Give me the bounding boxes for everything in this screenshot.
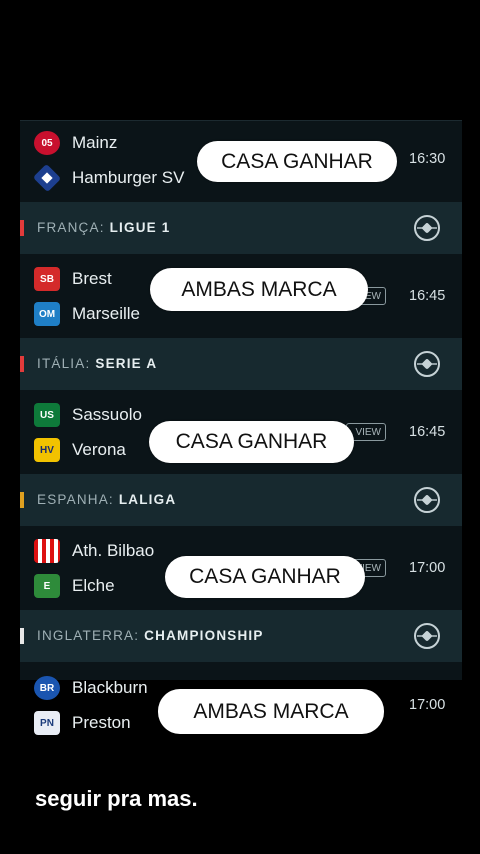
france-flag-icon	[20, 220, 24, 236]
bilbao-crest-icon	[34, 539, 60, 563]
team-name: Sassuolo	[72, 405, 142, 424]
mainz-crest-icon: 05	[34, 131, 60, 155]
match-time: 17:00	[409, 697, 446, 713]
match-time: 16:30	[409, 151, 446, 167]
match-time: 16:45	[409, 288, 446, 304]
team-name: Mainz	[72, 133, 118, 152]
brest-crest-icon: SB	[34, 267, 60, 291]
team-name: Elche	[72, 576, 115, 595]
football-icon[interactable]	[414, 623, 440, 649]
england-flag-icon	[20, 628, 24, 644]
league-header-spain[interactable]: ESPANHA: LALIGA	[20, 474, 462, 526]
italy-flag-icon	[20, 356, 24, 372]
team-name: Preston	[72, 713, 131, 732]
tip-pill: CASA GANHAR	[197, 141, 397, 182]
tip-pill: CASA GANHAR	[149, 421, 354, 463]
league-name: ITÁLIA: SERIE A	[37, 356, 158, 371]
team-name: Hamburger SV	[72, 168, 185, 187]
marseille-crest-icon: OM	[34, 302, 60, 326]
league-header-italy[interactable]: ITÁLIA: SERIE A	[20, 338, 462, 390]
team-name: Marseille	[72, 304, 141, 323]
league-header-france[interactable]: FRANÇA: LIGUE 1	[20, 202, 462, 254]
football-icon[interactable]	[414, 487, 440, 513]
football-icon[interactable]	[414, 215, 440, 241]
sassuolo-crest-icon: US	[34, 403, 60, 427]
team-name: Ath. Bilbao	[72, 541, 155, 560]
team-name: Blackburn	[72, 678, 148, 697]
team-name: Verona	[72, 440, 126, 459]
league-name: FRANÇA: LIGUE 1	[37, 220, 171, 235]
spain-flag-icon	[20, 492, 24, 508]
tip-pill: AMBAS MARCA	[158, 689, 384, 734]
football-icon[interactable]	[414, 351, 440, 377]
team-name: Brest	[72, 269, 112, 288]
elche-crest-icon: E	[34, 574, 60, 598]
verona-crest-icon: HV	[34, 438, 60, 462]
divider	[20, 120, 462, 121]
tip-pill: CASA GANHAR	[165, 556, 365, 598]
footer-caption: seguir pra mas.	[35, 786, 198, 811]
match-time: 16:45	[409, 424, 446, 440]
match-time: 17:00	[409, 560, 446, 576]
league-name: ESPANHA: LALIGA	[37, 492, 177, 507]
preston-crest-icon: PN	[34, 711, 60, 735]
tip-pill: AMBAS MARCA	[150, 268, 368, 311]
league-header-england[interactable]: INGLATERRA: CHAMPIONSHIP	[20, 610, 462, 662]
league-name: INGLATERRA: CHAMPIONSHIP	[37, 628, 264, 643]
blackburn-crest-icon: BR	[34, 676, 60, 700]
